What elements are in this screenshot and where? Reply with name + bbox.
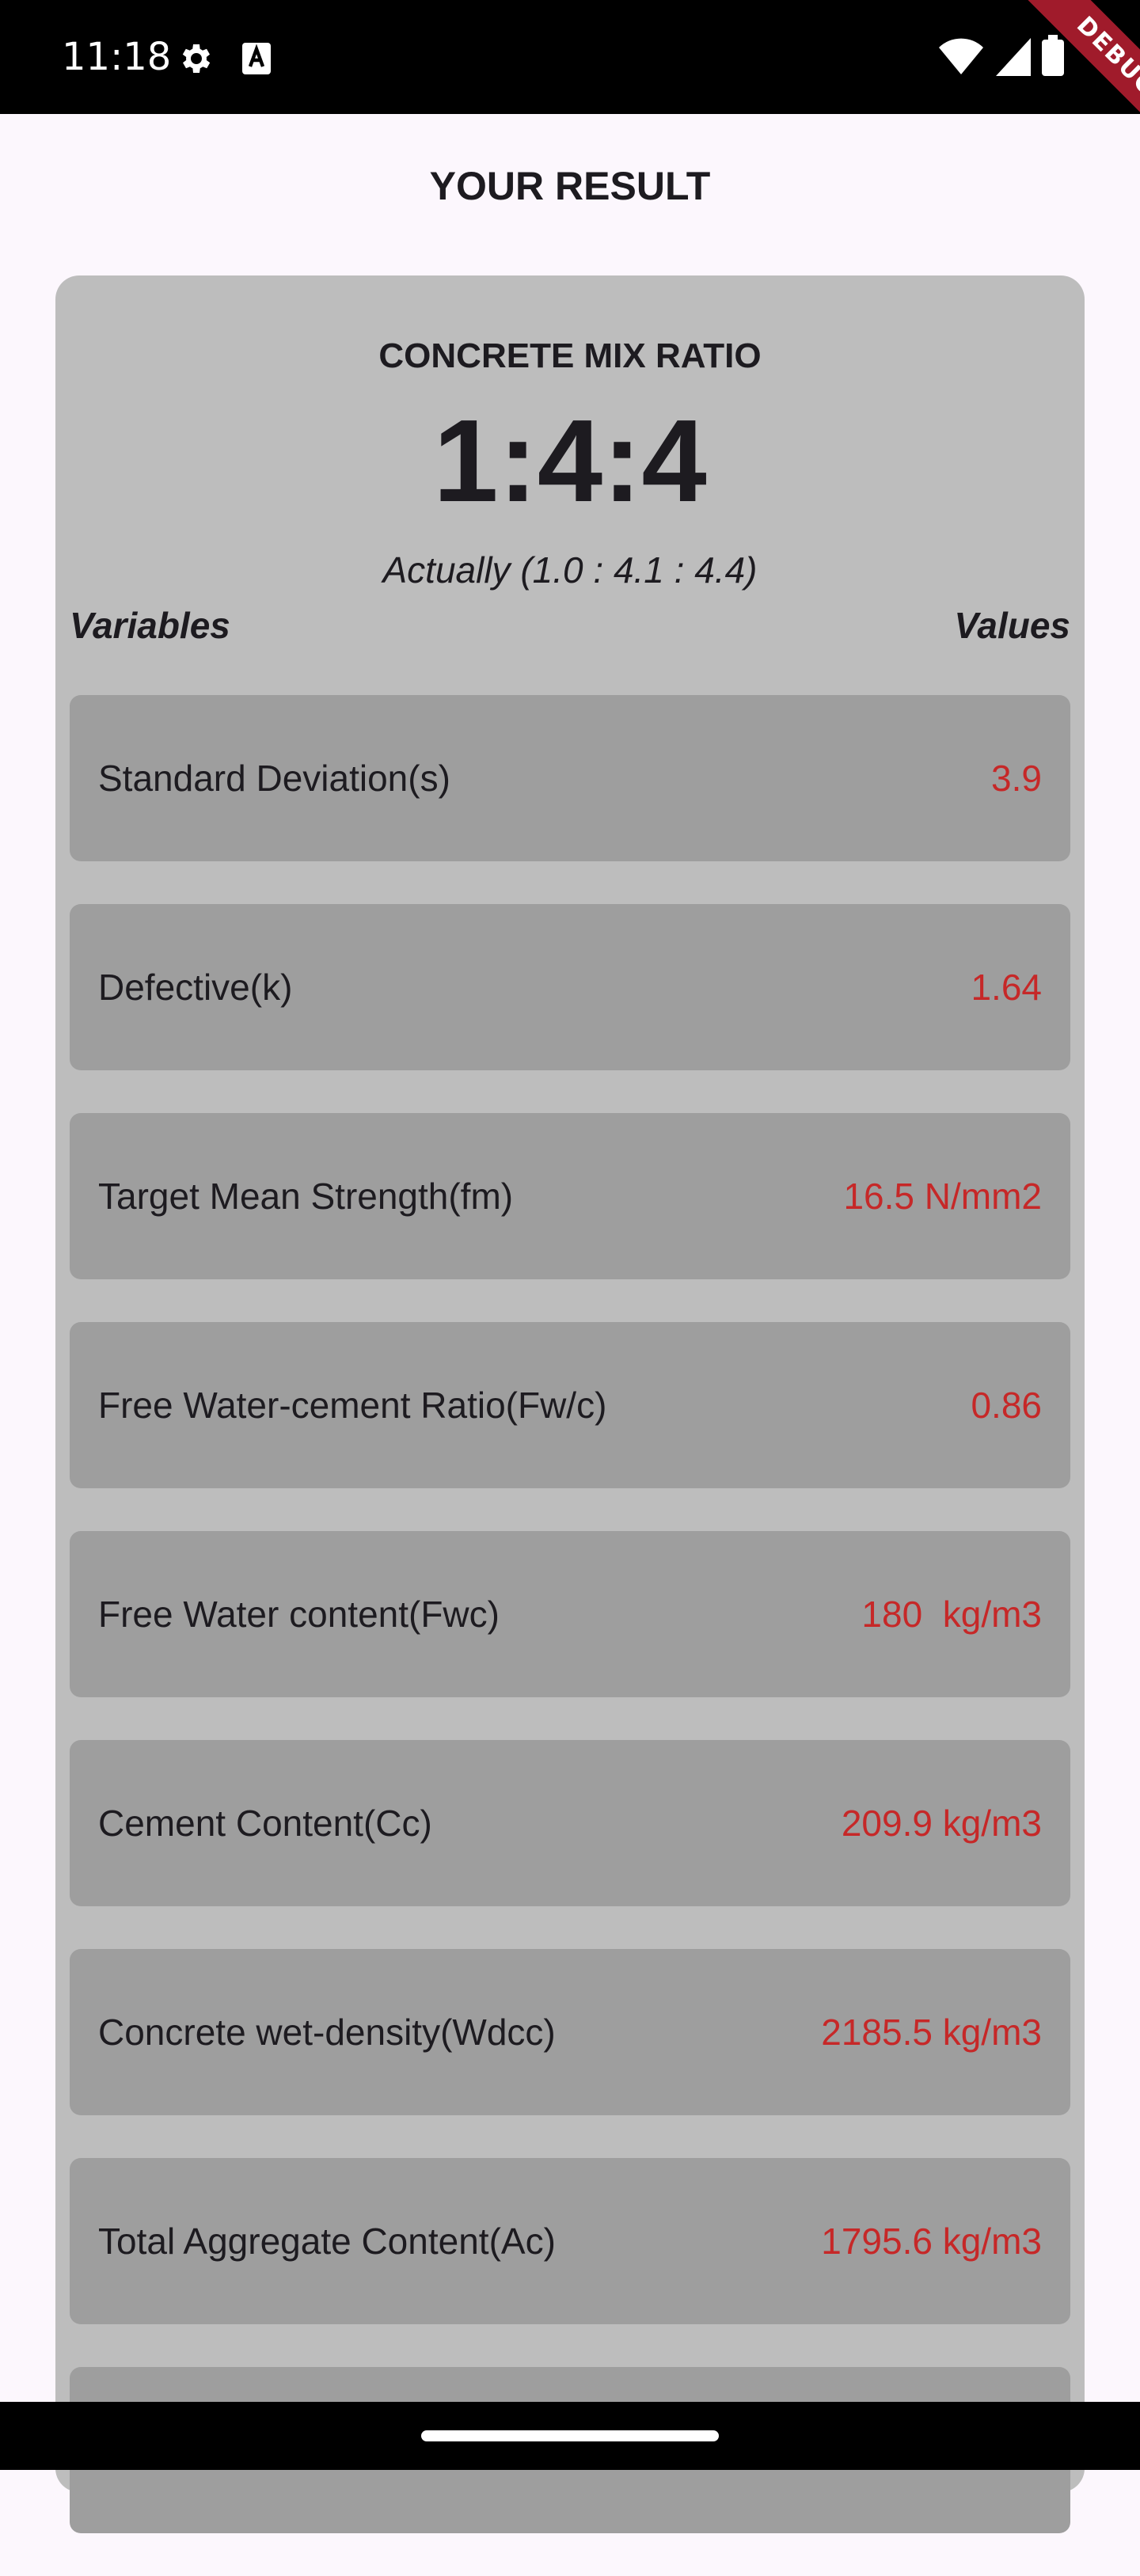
row-label: Defective(k) xyxy=(98,967,293,1008)
result-row-cement-content: Cement Content(Cc) 209.9 kg/m3 xyxy=(70,1740,1070,1906)
battery-icon xyxy=(1042,35,1064,76)
row-label: Target Mean Strength(fm) xyxy=(98,1176,514,1217)
row-label: Concrete wet-density(Wdcc) xyxy=(98,2012,556,2053)
variables-column-header: Variables xyxy=(70,605,230,646)
result-row-target-mean-strength: Target Mean Strength(fm) 16.5 N/mm2 xyxy=(70,1113,1070,1279)
row-value: 209.9 kg/m3 xyxy=(841,1803,1042,1844)
row-value: 180 kg/m3 xyxy=(861,1594,1042,1635)
mix-ratio-value: 1:4:4 xyxy=(433,396,707,526)
row-value: 2185.5 kg/m3 xyxy=(821,2012,1042,2053)
row-label: Total Aggregate Content(Ac) xyxy=(98,2221,556,2262)
mix-ratio-heading: CONCRETE MIX RATIO xyxy=(378,336,762,375)
wifi-icon xyxy=(939,38,983,74)
result-row-defective: Defective(k) 1.64 xyxy=(70,904,1070,1070)
row-label: Free Water-cement Ratio(Fw/c) xyxy=(98,1385,607,1426)
row-label: Standard Deviation(s) xyxy=(98,758,450,799)
row-value: 3.9 xyxy=(991,758,1042,799)
signal-icon xyxy=(996,38,1031,76)
navigation-bar xyxy=(0,2402,1140,2470)
row-label: Free Water content(Fwc) xyxy=(98,1594,500,1635)
gear-icon xyxy=(182,44,211,73)
result-row-concrete-wet-density: Concrete wet-density(Wdcc) 2185.5 kg/m3 xyxy=(70,1949,1070,2115)
actual-ratio-text: Actually (1.0 : 4.1 : 4.4) xyxy=(382,549,758,591)
home-gesture-handle[interactable] xyxy=(421,2430,719,2441)
a-icon xyxy=(242,43,271,74)
values-column-header: Values xyxy=(954,605,1070,646)
row-label: Cement Content(Cc) xyxy=(98,1803,432,1844)
result-card: CONCRETE MIX RATIO 1:4:4 Actually (1.0 :… xyxy=(55,275,1085,2533)
status-bar: 11:18 xyxy=(0,0,1140,114)
row-value: 16.5 N/mm2 xyxy=(843,1176,1042,1217)
result-row-total-aggregate-content: Total Aggregate Content(Ac) 1795.6 kg/m3 xyxy=(70,2158,1070,2324)
row-value: 1795.6 kg/m3 xyxy=(821,2221,1042,2262)
result-row-free-water-cement-ratio: Free Water-cement Ratio(Fw/c) 0.86 xyxy=(70,1322,1070,1488)
result-list: Standard Deviation(s) 3.9 Defective(k) 1… xyxy=(70,695,1070,2576)
result-row-free-water-content: Free Water content(Fwc) 180 kg/m3 xyxy=(70,1531,1070,1697)
row-value: 0.86 xyxy=(971,1385,1042,1426)
row-value: 1.64 xyxy=(971,967,1042,1008)
page-title: YOUR RESULT xyxy=(429,164,711,208)
result-row-standard-deviation: Standard Deviation(s) 3.9 xyxy=(70,695,1070,861)
status-time: 11:18 xyxy=(62,35,172,79)
